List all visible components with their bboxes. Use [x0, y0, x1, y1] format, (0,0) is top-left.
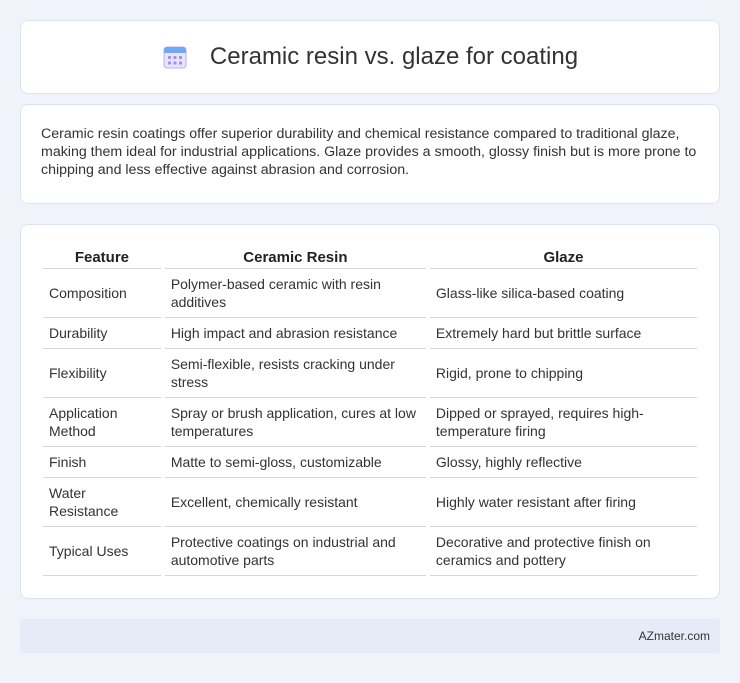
- glaze-cell: Glossy, highly reflective: [429, 447, 697, 478]
- footer-brand: AZmater.com: [638, 629, 710, 643]
- feature-cell: Finish: [43, 447, 161, 478]
- resin-cell: Protective coatings on industrial and au…: [164, 527, 426, 576]
- table-row: Water Resistance Excellent, chemically r…: [43, 478, 697, 527]
- feature-cell: Typical Uses: [43, 527, 161, 576]
- table-row: Typical Uses Protective coatings on indu…: [43, 527, 697, 576]
- table-header-row: Feature Ceramic Resin Glaze: [43, 245, 697, 269]
- table-row: Durability High impact and abrasion resi…: [43, 318, 697, 349]
- resin-cell: High impact and abrasion resistance: [164, 318, 426, 349]
- resin-cell: Semi-flexible, resists cracking under st…: [164, 349, 426, 398]
- feature-cell: Flexibility: [43, 349, 161, 398]
- resin-cell: Matte to semi-gloss, customizable: [164, 447, 426, 478]
- header-feature: Feature: [43, 245, 161, 269]
- table-row: Finish Matte to semi-gloss, customizable…: [43, 447, 697, 478]
- feature-cell: Application Method: [43, 398, 161, 447]
- header-glaze: Glaze: [429, 245, 697, 269]
- glaze-cell: Highly water resistant after firing: [429, 478, 697, 527]
- table-row: Application Method Spray or brush applic…: [43, 398, 697, 447]
- calendar-grid-icon: [162, 44, 188, 70]
- glaze-cell: Decorative and protective finish on cera…: [429, 527, 697, 576]
- summary-text: Ceramic resin coatings offer superior du…: [41, 126, 697, 178]
- title-card: Ceramic resin vs. glaze for coating: [20, 20, 720, 94]
- feature-cell: Water Resistance: [43, 478, 161, 527]
- comparison-table: Feature Ceramic Resin Glaze Composition …: [43, 245, 697, 576]
- header-ceramic-resin: Ceramic Resin: [164, 245, 426, 269]
- glaze-cell: Glass-like silica-based coating: [429, 269, 697, 318]
- glaze-cell: Dipped or sprayed, requires high-tempera…: [429, 398, 697, 447]
- resin-cell: Polymer-based ceramic with resin additiv…: [164, 269, 426, 318]
- footer: AZmater.com: [20, 619, 720, 653]
- glaze-cell: Extremely hard but brittle surface: [429, 318, 697, 349]
- table-row: Flexibility Semi-flexible, resists crack…: [43, 349, 697, 398]
- glaze-cell: Rigid, prone to chipping: [429, 349, 697, 398]
- table-row: Composition Polymer-based ceramic with r…: [43, 269, 697, 318]
- feature-cell: Composition: [43, 269, 161, 318]
- comparison-table-card: Feature Ceramic Resin Glaze Composition …: [20, 224, 720, 599]
- feature-cell: Durability: [43, 318, 161, 349]
- summary-card: Ceramic resin coatings offer superior du…: [20, 104, 720, 204]
- resin-cell: Excellent, chemically resistant: [164, 478, 426, 527]
- page-title: Ceramic resin vs. glaze for coating: [209, 43, 579, 70]
- resin-cell: Spray or brush application, cures at low…: [164, 398, 426, 447]
